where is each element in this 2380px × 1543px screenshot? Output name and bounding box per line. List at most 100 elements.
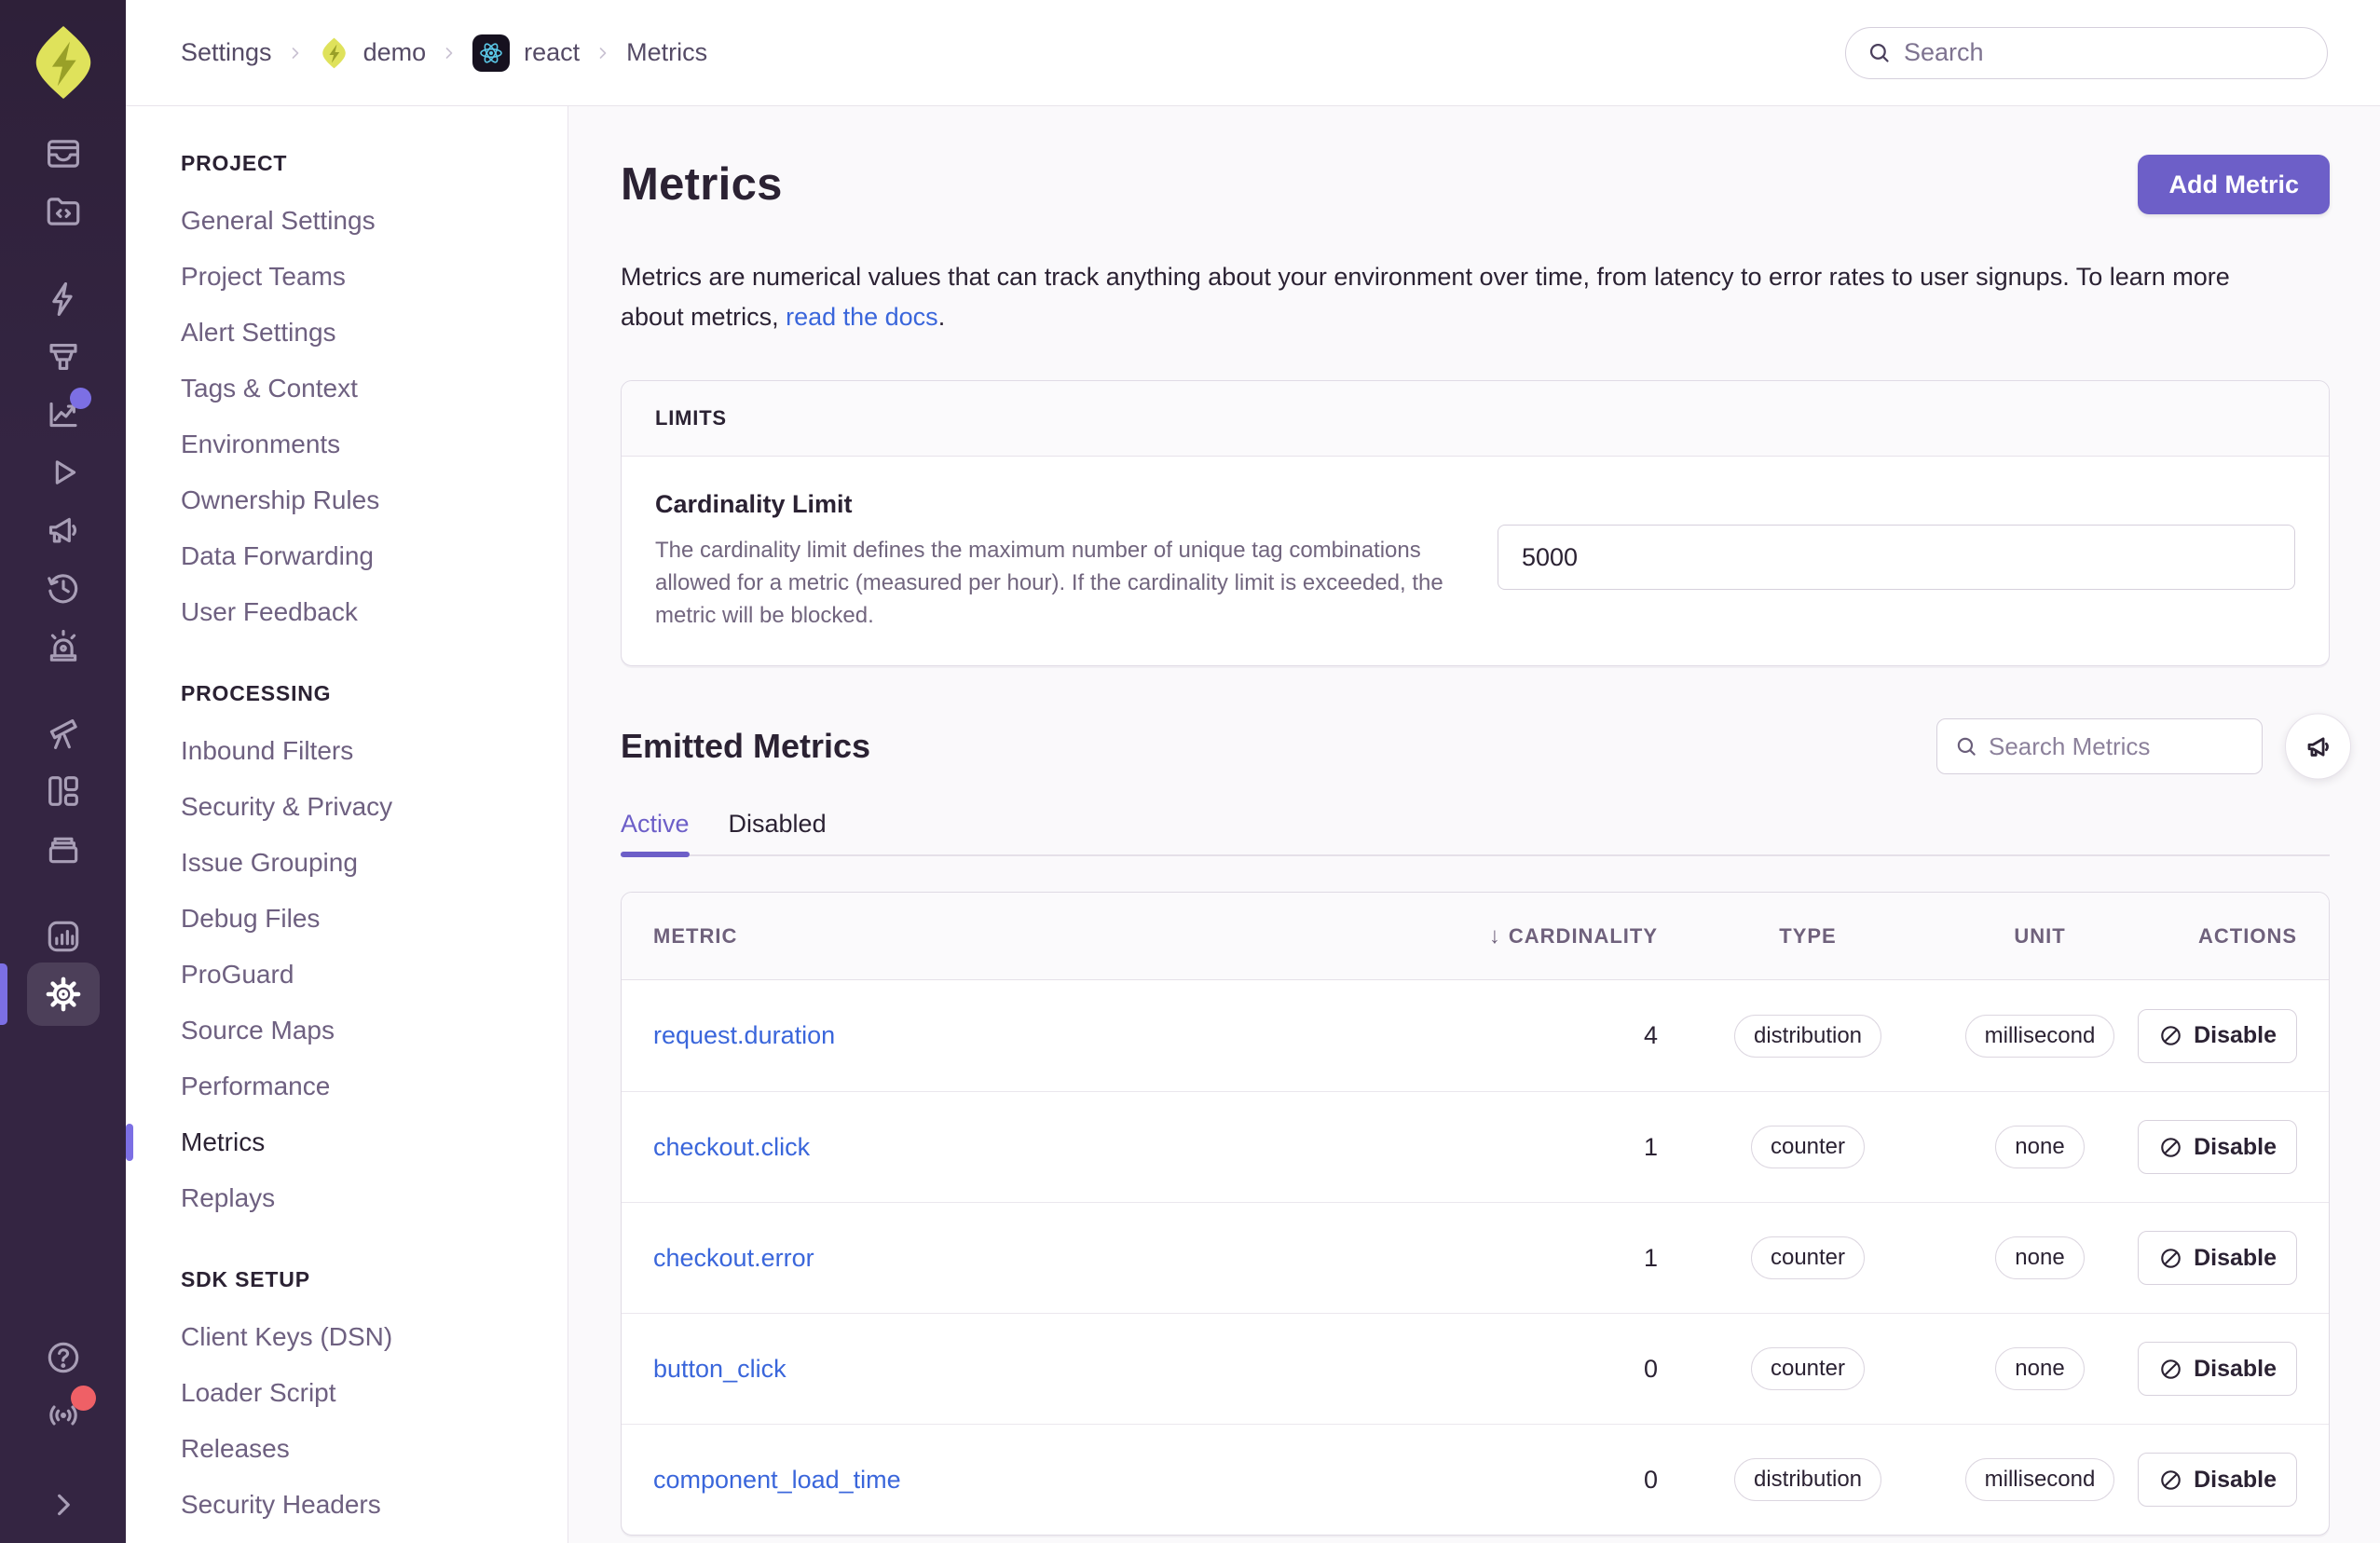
metrics-table-body: request.duration 4 distribution millisecond… bbox=[622, 980, 2329, 1535]
breadcrumb-settings[interactable]: Settings bbox=[181, 38, 272, 67]
sidebar-item-inbound-filters[interactable]: Inbound Filters bbox=[126, 723, 568, 779]
purple-dot-badge bbox=[69, 388, 91, 409]
disable-icon bbox=[2158, 1246, 2183, 1271]
nav-section-project: PROJECT bbox=[181, 151, 288, 175]
sidebar-item-data-forwarding[interactable]: Data Forwarding bbox=[126, 528, 568, 584]
column-header-cardinality[interactable]: ↓ CARDINALITY bbox=[1416, 923, 1658, 949]
tab-active[interactable]: Active bbox=[621, 810, 690, 857]
type-badge: distribution bbox=[1733, 1014, 1882, 1058]
breadcrumb: Settings demo react Metrics bbox=[181, 34, 707, 72]
rail-item-feedback[interactable] bbox=[0, 501, 126, 559]
limits-panel: LIMITS Cardinality Limit The cardinality… bbox=[621, 380, 2330, 666]
releases-icon bbox=[44, 568, 83, 608]
add-metric-button[interactable]: Add Metric bbox=[2138, 155, 2330, 214]
rail-item-issues[interactable] bbox=[0, 125, 126, 183]
rail-item-help[interactable] bbox=[0, 1329, 126, 1386]
sidebar-item-replays[interactable]: Replays bbox=[126, 1170, 568, 1226]
react-icon bbox=[472, 34, 511, 72]
disable-icon bbox=[2158, 1023, 2183, 1048]
rail-item-discover[interactable] bbox=[0, 704, 126, 762]
sidebar-item-loader-script[interactable]: Loader Script bbox=[126, 1365, 568, 1421]
metric-link-request-duration[interactable]: request.duration bbox=[653, 1021, 835, 1049]
global-search-input[interactable] bbox=[1904, 38, 2306, 67]
graph-icon bbox=[44, 388, 91, 434]
disable-button-checkout-click[interactable]: Disable bbox=[2138, 1120, 2297, 1174]
sidebar-item-proguard[interactable]: ProGuard bbox=[126, 947, 568, 1003]
rail-item-graph[interactable] bbox=[0, 386, 126, 444]
unit-badge: none bbox=[1995, 1126, 2085, 1168]
disable-button-request-duration[interactable]: Disable bbox=[2138, 1008, 2297, 1063]
rail-item-collapse[interactable] bbox=[0, 1476, 126, 1534]
sidebar-item-debug-files[interactable]: Debug Files bbox=[126, 891, 568, 947]
rail-item-replays[interactable] bbox=[0, 444, 126, 501]
tab-disabled[interactable]: Disabled bbox=[729, 810, 827, 839]
type-badge: counter bbox=[1750, 1347, 1866, 1390]
broadcast-icon bbox=[44, 1386, 96, 1435]
sidebar-item-security-privacy[interactable]: Security & Privacy bbox=[126, 779, 568, 835]
description-period: . bbox=[937, 303, 946, 331]
metric-link-component-load-time[interactable]: component_load_time bbox=[653, 1466, 901, 1494]
sidebar-item-ownership-rules[interactable]: Ownership Rules bbox=[126, 472, 568, 528]
rail-item-archive[interactable] bbox=[0, 820, 126, 878]
unit-badge: none bbox=[1995, 1347, 2085, 1390]
sidebar-item-source-maps[interactable]: Source Maps bbox=[126, 1003, 568, 1058]
top-bar: Settings demo react Metrics bbox=[126, 0, 2380, 106]
cardinality-limit-help: The cardinality limit defines the maximu… bbox=[655, 538, 1443, 628]
rail-item-settings[interactable] bbox=[0, 963, 126, 1026]
rail-item-dashboards[interactable] bbox=[0, 762, 126, 820]
sidebar-item-environments[interactable]: Environments bbox=[126, 416, 568, 472]
sentry-logo[interactable] bbox=[0, 0, 126, 125]
rail-item-stats[interactable] bbox=[0, 908, 126, 965]
column-header-metric: METRIC bbox=[653, 923, 738, 948]
breadcrumb-metrics[interactable]: Metrics bbox=[626, 38, 707, 67]
rail-item-releases[interactable] bbox=[0, 559, 126, 617]
cardinality-limit-input[interactable] bbox=[1498, 525, 2295, 590]
sidebar-item-performance[interactable]: Performance bbox=[126, 1058, 568, 1114]
metric-link-checkout-click[interactable]: checkout.click bbox=[653, 1133, 810, 1161]
disable-button-checkout-error[interactable]: Disable bbox=[2138, 1231, 2297, 1285]
type-badge: counter bbox=[1750, 1236, 1866, 1279]
rail-item-ingest-funnel[interactable] bbox=[0, 328, 126, 386]
collapse-icon bbox=[44, 1485, 83, 1524]
sidebar-item-tags-context[interactable]: Tags & Context bbox=[126, 361, 568, 416]
rail-item-broadcast[interactable] bbox=[0, 1386, 126, 1444]
unit-badge: millisecond bbox=[1964, 1014, 2115, 1058]
sidebar-item-security-headers[interactable]: Security Headers bbox=[126, 1477, 568, 1533]
sentry-icon bbox=[319, 36, 349, 70]
sidebar-item-releases[interactable]: Releases bbox=[126, 1421, 568, 1477]
global-search[interactable] bbox=[1845, 26, 2328, 79]
sidebar-item-issue-grouping[interactable]: Issue Grouping bbox=[126, 835, 568, 891]
feedback-icon bbox=[44, 511, 83, 550]
search-metrics-input[interactable] bbox=[1989, 731, 2245, 761]
page-title: Metrics bbox=[621, 159, 783, 210]
disable-button-component-load-time[interactable]: Disable bbox=[2138, 1453, 2297, 1507]
search-metrics[interactable] bbox=[1936, 718, 2263, 774]
metric-link-checkout-error[interactable]: checkout.error bbox=[653, 1244, 814, 1272]
nav-section-processing: PROCESSING bbox=[181, 681, 332, 705]
sidebar-item-project-teams[interactable]: Project Teams bbox=[126, 249, 568, 305]
breadcrumb-separator-icon bbox=[594, 44, 612, 62]
breadcrumb-demo[interactable]: demo bbox=[363, 38, 427, 67]
metrics-table: METRIC ↓ CARDINALITY TYPE UNIT ACTIONS reques… bbox=[621, 892, 2330, 1536]
feedback-button[interactable] bbox=[2285, 713, 2351, 780]
disable-icon bbox=[2158, 1135, 2183, 1160]
table-row-request-duration: request.duration 4 distribution millisecond… bbox=[622, 980, 2329, 1091]
column-header-type: TYPE bbox=[1779, 923, 1837, 948]
sidebar-item-alert-settings[interactable]: Alert Settings bbox=[126, 305, 568, 361]
disable-button-button-click[interactable]: Disable bbox=[2138, 1342, 2297, 1396]
sidebar-item-client-keys-dsn[interactable]: Client Keys (DSN) bbox=[126, 1309, 568, 1365]
rail-item-projects[interactable] bbox=[0, 183, 126, 240]
table-row-component-load-time: component_load_time 0 distribution millisec… bbox=[622, 1424, 2329, 1535]
sidebar-item-general-settings[interactable]: General Settings bbox=[126, 193, 568, 249]
rail-item-alerts[interactable] bbox=[0, 617, 126, 675]
breadcrumb-react[interactable]: react bbox=[524, 38, 580, 67]
icon-rail bbox=[0, 0, 126, 1543]
column-header-unit: UNIT bbox=[2014, 923, 2066, 948]
sidebar-item-metrics[interactable]: Metrics bbox=[126, 1114, 568, 1170]
rail-item-quickstart[interactable] bbox=[0, 270, 126, 328]
read-the-docs-link[interactable]: read the docs bbox=[786, 303, 938, 331]
sidebar-item-user-feedback[interactable]: User Feedback bbox=[126, 584, 568, 640]
metric-link-button-click[interactable]: button_click bbox=[653, 1355, 786, 1383]
quickstart-icon bbox=[44, 280, 83, 319]
limits-panel-header: LIMITS bbox=[622, 381, 2329, 457]
